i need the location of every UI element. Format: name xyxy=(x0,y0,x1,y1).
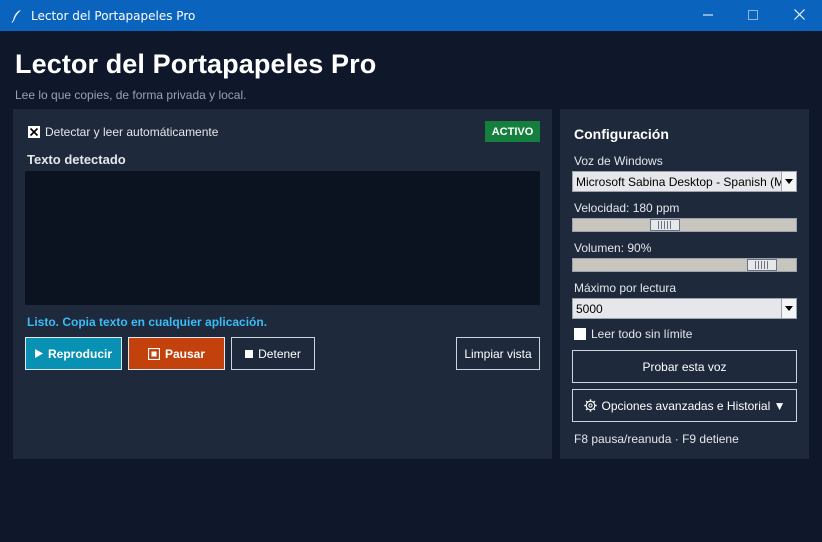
speed-slider-thumb[interactable] xyxy=(650,219,680,231)
stop-button[interactable]: Detener xyxy=(231,337,315,370)
chevron-down-icon[interactable] xyxy=(781,299,796,318)
page-subtitle: Lee lo que copies, de forma privada y lo… xyxy=(15,88,247,102)
voice-select-value: Microsoft Sabina Desktop - Spanish (M xyxy=(576,174,781,189)
read-all-checkbox[interactable]: Leer todo sin límite xyxy=(574,327,692,341)
play-button-label: Reproducir xyxy=(47,346,112,361)
max-per-read-select[interactable]: 5000 xyxy=(572,298,797,319)
chevron-down-icon[interactable] xyxy=(781,172,796,191)
gear-icon xyxy=(583,399,597,412)
auto-detect-checkbox[interactable]: Detectar y leer automáticamente xyxy=(28,125,218,139)
minimize-icon xyxy=(703,7,713,25)
page-title: Lector del Portapapeles Pro xyxy=(15,49,377,79)
voice-select[interactable]: Microsoft Sabina Desktop - Spanish (M xyxy=(572,171,797,192)
close-icon xyxy=(793,7,805,25)
read-all-label: Leer todo sin límite xyxy=(591,327,693,341)
close-button[interactable] xyxy=(776,0,822,31)
title-bar: Lector del Portapapeles Pro xyxy=(0,0,822,31)
window-title: Lector del Portapapeles Pro xyxy=(31,8,196,23)
pause-button[interactable]: Pausar xyxy=(128,337,225,370)
maximize-button[interactable] xyxy=(730,0,776,31)
auto-detect-label: Detectar y leer automáticamente xyxy=(45,125,219,139)
status-badge: ACTIVO xyxy=(485,121,540,142)
config-panel: Configuración Voz de Windows Microsoft S… xyxy=(560,109,809,459)
speed-label: Velocidad: 180 ppm xyxy=(574,201,680,215)
pause-icon xyxy=(147,347,160,360)
stop-button-label: Detener xyxy=(258,346,301,361)
clear-view-button[interactable]: Limpiar vista xyxy=(456,337,540,370)
advanced-options-label: Opciones avanzadas e Historial ▼ xyxy=(601,398,786,413)
speed-slider[interactable] xyxy=(572,218,797,232)
volume-slider-thumb[interactable] xyxy=(747,259,777,271)
volume-slider[interactable] xyxy=(572,258,797,272)
advanced-options-button[interactable]: Opciones avanzadas e Historial ▼ xyxy=(572,389,797,422)
play-button[interactable]: Reproducir xyxy=(25,337,122,370)
status-message: Listo. Copia texto en cualquier aplicaci… xyxy=(27,315,268,329)
hotkeys-hint: F8 pausa/reanuda · F9 detiene xyxy=(574,432,739,446)
detected-text-area[interactable] xyxy=(25,171,540,305)
stop-icon xyxy=(245,349,254,358)
maximize-icon xyxy=(748,7,758,25)
voice-label: Voz de Windows xyxy=(574,154,663,168)
play-icon xyxy=(34,349,43,358)
checkbox-unchecked-icon xyxy=(574,328,586,340)
checkbox-checked-icon xyxy=(28,126,40,138)
max-per-read-value: 5000 xyxy=(576,301,603,316)
detected-text-label: Texto detectado xyxy=(27,152,126,167)
reader-panel: Detectar y leer automáticamente ACTIVO T… xyxy=(13,109,552,459)
max-per-read-label: Máximo por lectura xyxy=(574,281,677,295)
feather-icon xyxy=(9,8,25,24)
config-title: Configuración xyxy=(574,126,669,142)
pause-button-label: Pausar xyxy=(164,346,206,361)
volume-label: Volumen: 90% xyxy=(574,241,652,255)
minimize-button[interactable] xyxy=(685,0,731,31)
test-voice-button[interactable]: Probar esta voz xyxy=(572,350,797,383)
